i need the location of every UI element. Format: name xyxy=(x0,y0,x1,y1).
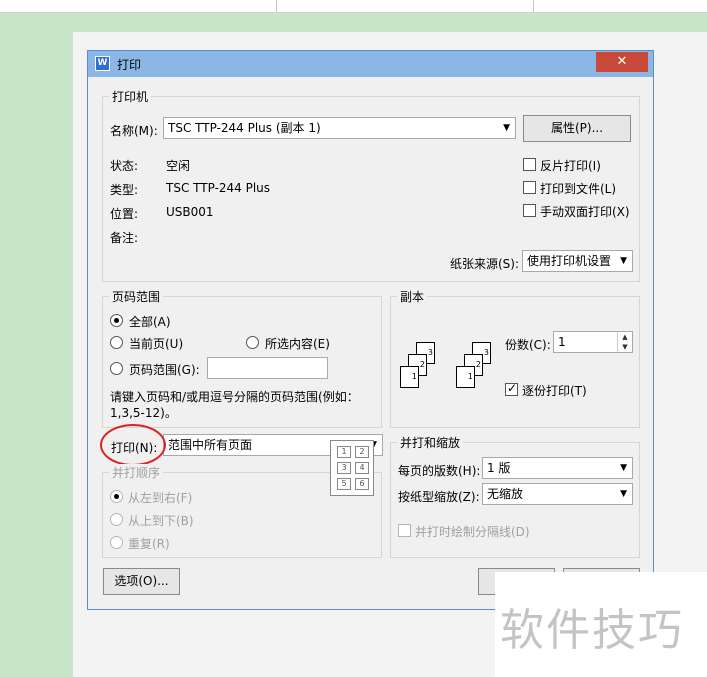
manual-duplex-label[interactable]: 手动双面打印(X) xyxy=(540,203,630,220)
copies-count-label: 份数(C): xyxy=(505,338,551,352)
radio-pages-label[interactable]: 页码范围(G): xyxy=(129,361,200,378)
location-label: 位置: xyxy=(110,207,139,221)
scale-select[interactable]: 无缩放 ▼ xyxy=(482,483,633,505)
print-to-file-checkbox[interactable] xyxy=(523,181,536,194)
page-range-title: 页码范围 xyxy=(109,288,164,305)
print-order-title: 并打顺序 xyxy=(109,464,164,481)
draw-borders-checkbox[interactable] xyxy=(398,524,411,537)
toolbar-divider xyxy=(276,0,277,12)
scale-label: 按纸型缩放(Z): xyxy=(398,490,480,504)
location-value: USB001 xyxy=(166,205,214,219)
print-to-file-label[interactable]: 打印到文件(L) xyxy=(540,180,616,197)
radio-top-to-bottom-label[interactable]: 从上到下(B) xyxy=(128,512,194,529)
reverse-print-label[interactable]: 反片打印(I) xyxy=(540,157,601,174)
dialog-title: 打印 xyxy=(117,58,142,72)
copies-title: 副本 xyxy=(397,288,428,305)
comment-label: 备注: xyxy=(110,231,139,245)
order-cell: 5 xyxy=(337,478,351,490)
watermark-text: 软件技巧 xyxy=(500,605,684,656)
radio-selection[interactable] xyxy=(246,336,259,349)
page-thumb: 1 xyxy=(400,366,419,388)
print-order-preview: 1 2 3 4 5 6 xyxy=(330,440,374,496)
radio-repeat-label[interactable]: 重复(R) xyxy=(128,535,170,552)
radio-current-page-label[interactable]: 当前页(U) xyxy=(129,335,183,352)
pages-per-sheet-label: 每页的版数(H): xyxy=(398,464,481,478)
paper-source-value: 使用打印机设置 xyxy=(527,254,612,268)
radio-selection-label[interactable]: 所选内容(E) xyxy=(265,335,330,352)
order-cell: 6 xyxy=(355,478,369,490)
printer-name-label: 名称(M): xyxy=(110,124,158,138)
radio-left-to-right-label[interactable]: 从左到右(F) xyxy=(128,489,192,506)
properties-button[interactable]: 属性(P)... xyxy=(523,115,631,142)
type-value: TSC TTP-244 Plus xyxy=(166,181,271,195)
toolbar-divider xyxy=(533,0,534,12)
radio-all-label[interactable]: 全部(A) xyxy=(129,313,171,330)
collate-pages-icon: 3 2 1 xyxy=(400,342,440,388)
type-label: 类型: xyxy=(110,183,139,197)
page-range-input[interactable] xyxy=(207,357,328,379)
page-range-hint: 请键入页码和/或用逗号分隔的页码范围(例如： xyxy=(110,390,359,404)
manual-duplex-checkbox[interactable] xyxy=(523,204,536,217)
radio-current-page[interactable] xyxy=(110,336,123,349)
order-cell: 3 xyxy=(337,462,351,474)
spin-arrows-icon[interactable]: ▲ ▼ xyxy=(617,332,632,352)
paper-source-label: 纸张来源(S): xyxy=(450,257,520,271)
paper-source-select[interactable]: 使用打印机设置 ▼ xyxy=(522,250,633,272)
copies-count-stepper[interactable]: 1 ▲ ▼ xyxy=(553,331,633,353)
title-bar[interactable]: W 打印 ✕ xyxy=(88,51,653,77)
chevron-down-icon: ▼ xyxy=(503,123,510,133)
order-cell: 1 xyxy=(337,446,351,458)
status-label: 状态: xyxy=(110,159,139,173)
annotation-circle xyxy=(100,424,166,466)
scale-value: 无缩放 xyxy=(487,487,524,501)
status-value: 空闲 xyxy=(166,159,191,173)
host-toolbar-strip xyxy=(0,0,707,13)
copies-count-value: 1 xyxy=(558,335,566,349)
zoom-title: 并打和缩放 xyxy=(397,434,464,451)
collate-pages-icon: 3 2 1 xyxy=(456,342,496,388)
chevron-down-icon: ▼ xyxy=(620,256,627,266)
printer-name-value: TSC TTP-244 Plus (副本 1) xyxy=(168,121,321,135)
collate-label[interactable]: 逐份打印(T) xyxy=(522,382,587,399)
pages-per-sheet-select[interactable]: 1 版 ▼ xyxy=(482,457,633,479)
printer-group-title: 打印机 xyxy=(109,88,152,105)
chevron-down-icon: ▼ xyxy=(620,489,627,499)
collate-checkbox[interactable] xyxy=(505,381,518,396)
printer-name-select[interactable]: TSC TTP-244 Plus (副本 1) ▼ xyxy=(163,117,516,139)
order-cell: 4 xyxy=(355,462,369,474)
radio-pages[interactable] xyxy=(110,362,123,375)
page-range-hint-2: 1,3,5-12)。 xyxy=(110,406,177,420)
order-cell: 2 xyxy=(355,446,369,458)
radio-top-to-bottom[interactable] xyxy=(110,513,123,526)
pages-per-sheet-value: 1 版 xyxy=(487,461,511,475)
print-what-value: 范围中所有页面 xyxy=(168,438,253,452)
page-thumb: 1 xyxy=(456,366,475,388)
chevron-down-icon: ▼ xyxy=(620,463,627,473)
wps-writer-icon: W xyxy=(95,56,110,71)
options-button[interactable]: 选项(O)... xyxy=(103,568,180,595)
reverse-print-checkbox[interactable] xyxy=(523,158,536,171)
draw-borders-label[interactable]: 并打时绘制分隔线(D) xyxy=(415,523,530,540)
radio-repeat[interactable] xyxy=(110,536,123,549)
radio-left-to-right[interactable] xyxy=(110,490,123,503)
radio-all[interactable] xyxy=(110,314,123,327)
close-button[interactable]: ✕ xyxy=(596,52,648,72)
